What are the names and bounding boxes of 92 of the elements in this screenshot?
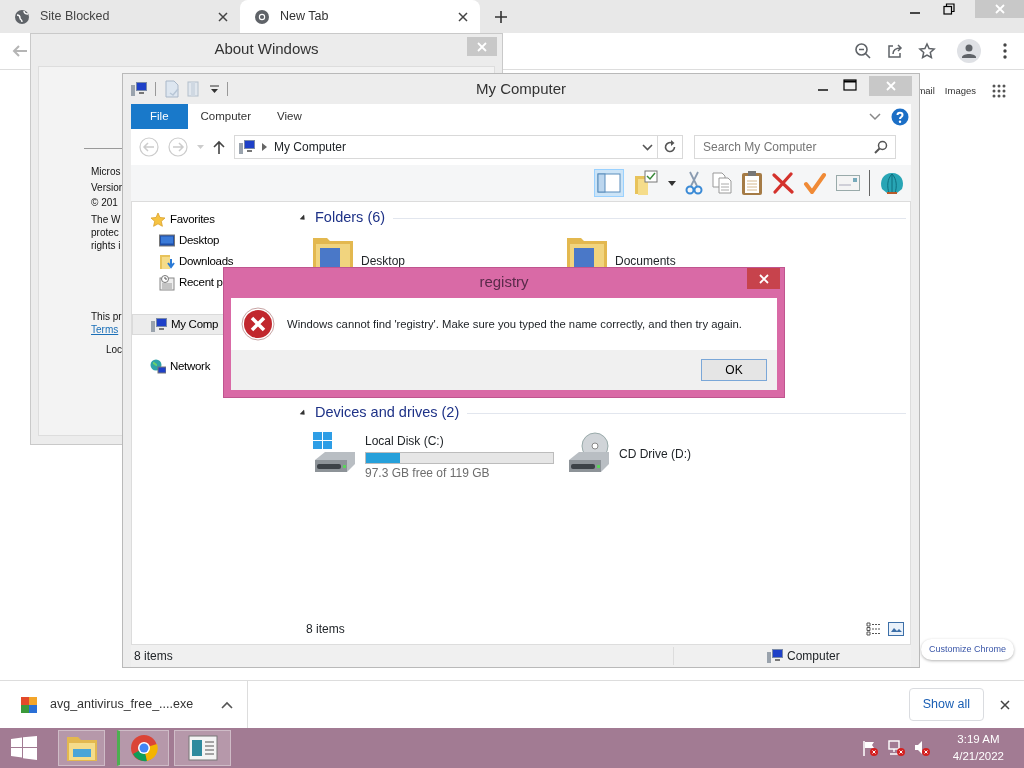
- scissors-icon[interactable]: [685, 171, 703, 195]
- ribbon-tab[interactable]: Computer: [187, 104, 265, 129]
- apps-icon[interactable]: [992, 84, 1006, 99]
- chrome-icon: [254, 8, 270, 25]
- shell-icon[interactable]: [879, 171, 905, 195]
- error-icon: [241, 307, 275, 341]
- network-icon: [150, 358, 166, 375]
- dialog-title: registry: [479, 272, 529, 293]
- chrome-icon: [129, 733, 159, 763]
- taskbar-button[interactable]: [117, 730, 169, 766]
- speaker-icon[interactable]: [912, 739, 931, 757]
- nav-item[interactable]: Favorites: [132, 209, 292, 230]
- close-icon[interactable]: [216, 9, 230, 24]
- ribbon-tab[interactable]: View: [264, 104, 315, 129]
- status-text: Computer: [787, 648, 840, 665]
- text-line: Versior: [91, 180, 123, 195]
- close-icon: [993, 3, 1006, 15]
- profile-icon[interactable]: [956, 38, 982, 64]
- window-title: About Windows: [214, 38, 319, 59]
- caret-icon[interactable]: [221, 700, 234, 709]
- collapse-icon[interactable]: [299, 409, 307, 417]
- dropdown-icon[interactable]: [642, 143, 653, 151]
- nav-item[interactable]: Desktop: [132, 230, 292, 251]
- details-view-icon[interactable]: [866, 622, 882, 636]
- close-button[interactable]: [747, 268, 780, 289]
- status-text: 8 items: [131, 647, 674, 665]
- layout-icon[interactable]: [594, 169, 624, 197]
- computer-icon[interactable]: [131, 81, 147, 97]
- computer-icon: [151, 316, 167, 333]
- folder-options-icon[interactable]: [633, 170, 659, 196]
- page-link[interactable]: Images: [944, 84, 976, 99]
- close-icon[interactable]: [998, 697, 1012, 712]
- flag-icon[interactable]: [860, 739, 879, 757]
- nav-item[interactable]: Downloads: [132, 251, 292, 272]
- restore-icon[interactable]: [943, 3, 955, 15]
- app-icon: [20, 695, 38, 714]
- search-field[interactable]: Search My Computer: [694, 135, 896, 159]
- share-icon[interactable]: [886, 42, 904, 60]
- up-arrow-icon[interactable]: [213, 140, 225, 154]
- drive-item[interactable]: CD Drive (D:): [553, 430, 807, 482]
- network-icon[interactable]: [886, 739, 905, 757]
- close-icon[interactable]: [456, 9, 470, 24]
- drive-item[interactable]: Local Disk (C:) 97.3 GB free of 119 GB: [299, 430, 553, 482]
- taskbar-button[interactable]: [174, 730, 231, 766]
- refresh-button[interactable]: [657, 135, 683, 159]
- window-icon: [187, 735, 218, 761]
- menu-icon[interactable]: [1002, 42, 1008, 60]
- refresh-icon: [663, 140, 677, 154]
- checkmark-icon[interactable]: [803, 172, 827, 194]
- group-header: Devices and drives (2): [315, 403, 460, 423]
- star-icon[interactable]: [918, 42, 936, 60]
- close-icon: [757, 272, 770, 285]
- windows-logo-icon: [10, 736, 38, 760]
- chevron-icon: [262, 143, 267, 151]
- monitor-icon: [159, 233, 175, 248]
- download-folder-icon: [159, 253, 175, 270]
- caret-icon[interactable]: [210, 84, 219, 94]
- computer-icon: [767, 648, 783, 664]
- text-line: Loc: [106, 342, 123, 357]
- browser-tab[interactable]: Site Blocked: [0, 0, 240, 33]
- item-count: 8 items: [306, 621, 345, 638]
- clock[interactable]: 3:19 AM 4/21/2022: [952, 731, 1004, 765]
- computer-icon: [239, 139, 255, 155]
- text-line: © 201: [91, 196, 119, 210]
- help-icon[interactable]: [891, 107, 909, 126]
- new-tab-icon[interactable]: [494, 9, 508, 24]
- recent-places-icon: [159, 274, 175, 291]
- search-icon[interactable]: [874, 140, 888, 154]
- browser-tab[interactable]: New Tab: [240, 0, 480, 33]
- window-title: My Computer: [476, 78, 566, 99]
- delete-icon[interactable]: [772, 172, 794, 194]
- star-icon: [150, 211, 166, 228]
- text-line: Micros: [91, 165, 122, 179]
- show-all-button[interactable]: Show all: [908, 688, 984, 721]
- paste-icon[interactable]: [741, 170, 763, 196]
- customize-button[interactable]: Customize Chrome: [920, 638, 1014, 660]
- zoom-out-icon[interactable]: [854, 42, 872, 60]
- collapse-icon[interactable]: [299, 214, 307, 222]
- ok-button[interactable]: OK: [701, 359, 767, 381]
- globe-icon: [14, 8, 30, 25]
- paragraph: The W protec rights i: [91, 212, 122, 252]
- close-icon: [476, 40, 488, 53]
- terms-link[interactable]: Terms: [91, 322, 123, 336]
- close-icon: [884, 80, 897, 92]
- maximize-icon[interactable]: [843, 79, 857, 91]
- large-icons-view-icon[interactable]: [888, 622, 904, 636]
- ribbon-tab[interactable]: File: [131, 104, 188, 129]
- text-line: This pr: [91, 309, 123, 323]
- caret-icon[interactable]: [668, 180, 676, 186]
- group-header: Folders (6): [315, 208, 386, 228]
- expand-icon[interactable]: [869, 112, 881, 121]
- address-bar[interactable]: My Computer: [234, 135, 658, 159]
